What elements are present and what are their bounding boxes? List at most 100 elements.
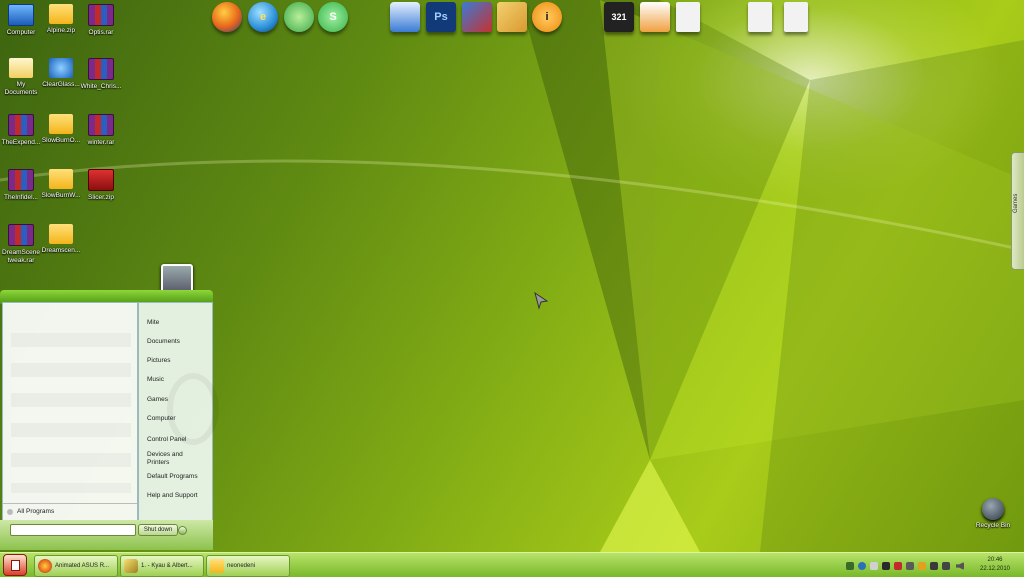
- desktop-icon-my-documents[interactable]: My Documents: [0, 58, 42, 97]
- taskbar: Animated ASUS R... 1. - Kyau & Albert...…: [0, 552, 1024, 577]
- divider: [3, 503, 137, 504]
- internet-explorer-icon[interactable]: e: [248, 2, 278, 32]
- desktop-icon-label: TheInfidel...: [4, 194, 38, 201]
- firefox-icon[interactable]: [212, 2, 242, 32]
- start-item-music[interactable]: Music: [147, 376, 164, 384]
- desktop-icon-recycle-bin[interactable]: Recycle Bin: [972, 498, 1014, 530]
- desktop-icon-label: My Documents: [4, 81, 38, 96]
- desktop-icon-label: SlowBurnO...: [41, 137, 81, 144]
- skype-glyph: S: [329, 11, 337, 23]
- desktop-icon-label: winter.rar: [87, 139, 115, 146]
- rar-icon: [8, 169, 34, 191]
- desktop-icon-label: TheExpend...: [1, 139, 41, 146]
- desktop-icon-alpine-zip[interactable]: Alpine.zip: [40, 4, 82, 35]
- tray-icon[interactable]: [930, 562, 938, 570]
- desktop-icon-theinfidel[interactable]: TheInfidel...: [0, 169, 42, 202]
- desktop-icon-optis-rar[interactable]: Optis.rar: [80, 4, 122, 37]
- media-player-icon[interactable]: [640, 2, 670, 32]
- desktop-icon-slicer-zip[interactable]: Slicer.zip: [80, 169, 122, 202]
- slicer-icon: [88, 169, 114, 191]
- start-item-devices-printers[interactable]: Devices and Printers: [147, 451, 183, 467]
- document-icon[interactable]: [748, 2, 772, 32]
- folder-icon: [49, 4, 73, 24]
- tray-icon[interactable]: [882, 562, 890, 570]
- system-tray: [842, 553, 972, 577]
- taskbar-button-firefox[interactable]: Animated ASUS R...: [34, 555, 118, 577]
- start-item-control-panel[interactable]: Control Panel: [147, 436, 186, 444]
- desktop-icon-clearglass[interactable]: ClearGlass...: [40, 58, 82, 89]
- mouse-pointer-icon: [534, 292, 548, 310]
- info-glyph: i: [545, 11, 549, 23]
- desktop-icon-slowburno[interactable]: SlowBurnO...: [40, 114, 82, 145]
- taskbar-button-folder[interactable]: neonedeni: [206, 555, 290, 577]
- mpc-glyph: 321: [611, 12, 627, 22]
- all-programs-button[interactable]: All Programs: [7, 508, 54, 515]
- media-player-classic-icon[interactable]: 321: [604, 2, 634, 32]
- tray-icon[interactable]: [894, 562, 902, 570]
- desktop-icon-label: SlowBurnW...: [41, 192, 81, 199]
- watermark-logo: [167, 373, 219, 445]
- desktop-icon-slowburnw[interactable]: SlowBurnW...: [40, 169, 82, 200]
- folder-icon: [210, 559, 224, 573]
- start-item-user[interactable]: Mite: [147, 319, 159, 327]
- folder-icon: [49, 224, 73, 244]
- tray-icon[interactable]: [918, 562, 926, 570]
- desktop-icon-theexpend[interactable]: TheExpend...: [0, 114, 42, 147]
- shutdown-options-arrow-icon[interactable]: [178, 526, 187, 535]
- cursor-icon: [49, 58, 73, 78]
- rar-icon: [8, 224, 34, 246]
- desktop-icon-white-chris[interactable]: White_Chris...: [80, 58, 122, 91]
- desktop-icon-computer[interactable]: Computer: [0, 4, 42, 37]
- volume-icon[interactable]: [956, 562, 964, 570]
- firefox-icon: [38, 559, 52, 573]
- start-orb-icon: [11, 560, 20, 571]
- start-item-documents[interactable]: Documents: [147, 338, 180, 346]
- info-icon[interactable]: i: [532, 2, 562, 32]
- start-item-pictures[interactable]: Pictures: [147, 357, 170, 365]
- taskbar-button-label: 1. - Kyau & Albert...: [141, 563, 193, 569]
- clock-date: 22.12.2010: [979, 566, 1011, 572]
- paint-icon[interactable]: [497, 2, 527, 32]
- photoshop-icon[interactable]: Ps: [426, 2, 456, 32]
- document-icon[interactable]: [676, 2, 700, 32]
- document-icon[interactable]: [784, 2, 808, 32]
- clock-time: 20:46: [987, 557, 1003, 563]
- messenger-icon[interactable]: [284, 2, 314, 32]
- tray-icon[interactable]: [906, 562, 914, 570]
- tray-icon[interactable]: [846, 562, 854, 570]
- desktop-icon-label: Computer: [6, 29, 36, 36]
- photoshop-glyph: Ps: [434, 11, 448, 23]
- skype-icon[interactable]: S: [318, 2, 348, 32]
- desktop-icon-label: White_Chris...: [80, 83, 122, 90]
- start-search-input[interactable]: [10, 524, 136, 536]
- documents-icon: [9, 58, 33, 78]
- clock[interactable]: 20:46 22.12.2010: [972, 556, 1018, 574]
- gadget-label: Games: [1013, 193, 1019, 213]
- desktop-icon-label: Dreamscen...: [41, 247, 81, 254]
- desktop-icon-dreamscene-tweak[interactable]: DreamScene tweak.rar: [0, 224, 42, 265]
- start-item-default-programs[interactable]: Default Programs: [147, 473, 198, 481]
- image-editor-icon[interactable]: [462, 2, 492, 32]
- start-menu-programs-pane: All Programs: [2, 302, 138, 522]
- start-item-games[interactable]: Games: [147, 396, 168, 404]
- desktop-icon-label: DreamScene tweak.rar: [2, 249, 40, 264]
- tray-icon[interactable]: [870, 562, 878, 570]
- network-icon[interactable]: [390, 2, 420, 32]
- winamp-icon: [124, 559, 138, 573]
- tray-icon[interactable]: [858, 562, 866, 570]
- rar-icon: [88, 4, 114, 26]
- network-tray-icon[interactable]: [942, 562, 950, 570]
- desktop-icon-dreamscen[interactable]: Dreamscen...: [40, 224, 82, 255]
- start-menu-places-pane: Mite Documents Pictures Music Games Comp…: [138, 302, 219, 522]
- arrow-icon: [7, 508, 13, 515]
- rar-icon: [88, 114, 114, 136]
- shutdown-button[interactable]: Shut down: [138, 524, 178, 536]
- start-button[interactable]: [3, 554, 27, 576]
- taskbar-button-label: neonedeni: [227, 563, 256, 569]
- desktop-icon-winter-rar[interactable]: winter.rar: [80, 114, 122, 147]
- start-item-help-support[interactable]: Help and Support: [147, 492, 198, 500]
- sidebar-gadget-tab[interactable]: Games: [1011, 152, 1024, 270]
- taskbar-button-winamp[interactable]: 1. - Kyau & Albert...: [120, 555, 204, 577]
- desktop-icon-label: Recycle Bin: [975, 522, 1011, 529]
- start-item-computer[interactable]: Computer: [147, 415, 176, 423]
